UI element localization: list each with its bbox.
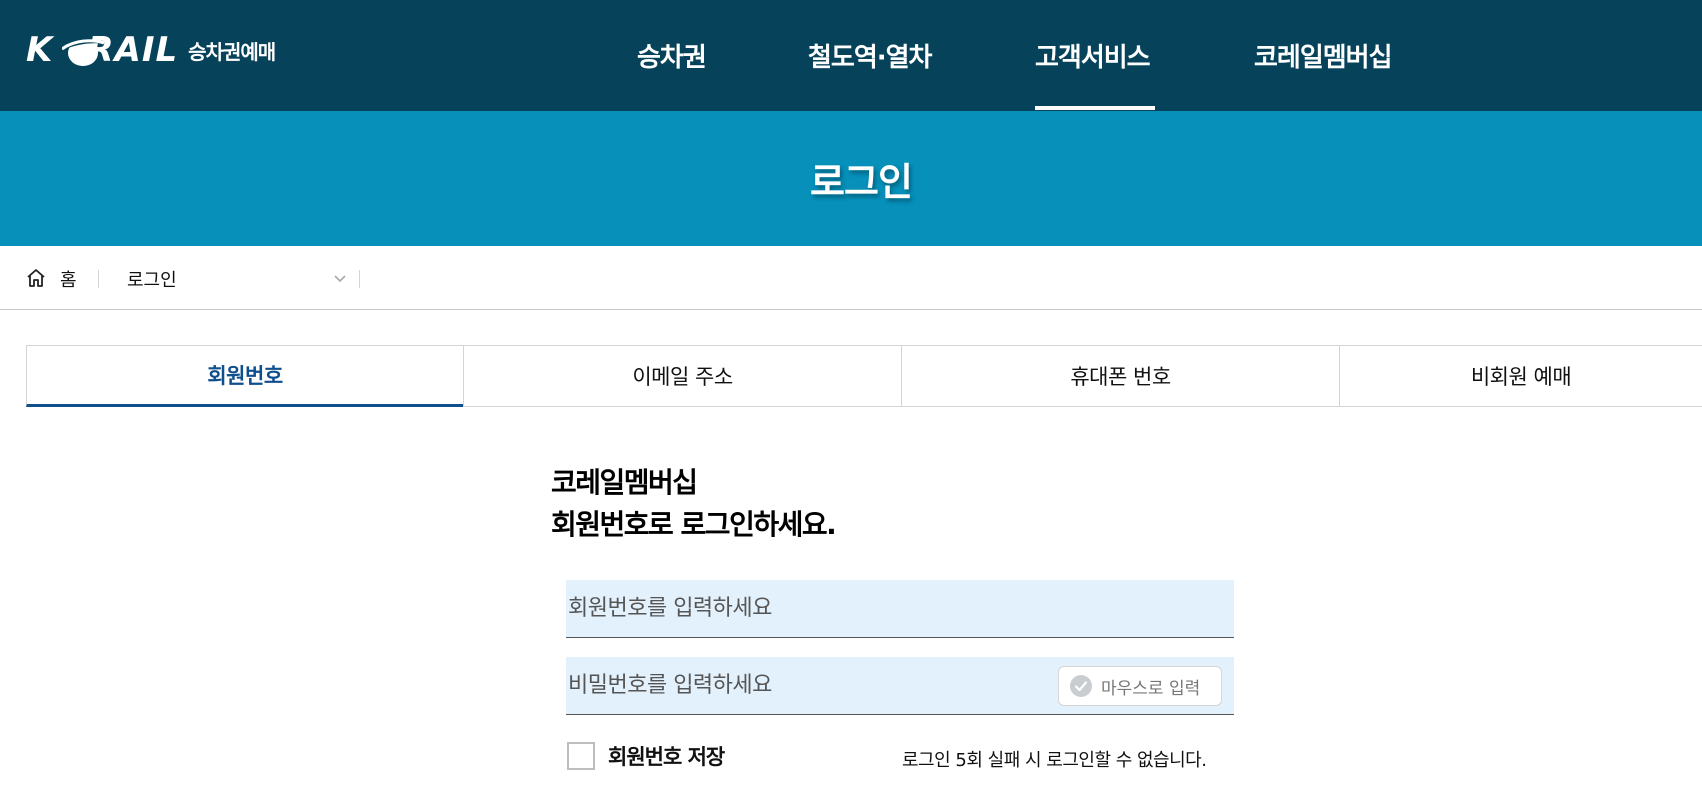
- login-method-tabs: 회원번호 이메일 주소 휴대폰 번호 비회원 예매: [26, 345, 1702, 407]
- login-heading: 코레일멤버십 회원번호로 로그인하세요.: [551, 462, 837, 546]
- save-member-number-row: 회원번호 저장: [567, 741, 725, 771]
- breadcrumb-current[interactable]: 로그인: [127, 266, 177, 292]
- login-attempt-warning: 로그인 5회 실패 시 로그인할 수 없습니다.: [902, 750, 1207, 771]
- breadcrumb-home[interactable]: 홈: [60, 266, 77, 292]
- mouse-input-button[interactable]: 마우스로 입력: [1058, 666, 1222, 706]
- nav-item-tickets[interactable]: 승차권: [637, 0, 707, 111]
- password-field: 마우스로 입력: [566, 657, 1234, 715]
- page-banner: 로그인: [0, 111, 1702, 246]
- nav-item-customer-service[interactable]: 고객서비스: [1035, 0, 1151, 111]
- logo-subtitle: 승차권예매: [188, 39, 276, 64]
- chevron-down-icon[interactable]: [332, 270, 348, 286]
- breadcrumb-divider: [359, 270, 360, 288]
- nav-active-indicator: [1035, 106, 1155, 110]
- tab-email[interactable]: 이메일 주소: [463, 345, 901, 407]
- nav-item-membership[interactable]: 코레일멤버십: [1254, 0, 1393, 111]
- page-title: 로그인: [810, 160, 913, 204]
- breadcrumb-divider: [98, 270, 99, 288]
- check-circle-icon: [1070, 675, 1092, 697]
- save-member-number-checkbox[interactable]: [567, 742, 595, 770]
- top-nav-bar: K RAIL 승차권예매 승차권 철도역·열차 고객서비스 코레일멤버십: [0, 0, 1702, 111]
- logo-swoosh-icon: [62, 39, 104, 66]
- home-icon[interactable]: [26, 268, 46, 288]
- tab-member-number[interactable]: 회원번호: [26, 345, 463, 407]
- tab-guest-booking[interactable]: 비회원 예매: [1339, 345, 1702, 407]
- save-member-number-label[interactable]: 회원번호 저장: [608, 741, 725, 771]
- korail-logo[interactable]: K RAIL 승차권예매: [26, 30, 276, 70]
- member-number-input[interactable]: [566, 580, 1234, 637]
- breadcrumb: 홈 로그인: [0, 246, 1702, 310]
- mouse-input-label: 마우스로 입력: [1101, 678, 1201, 699]
- tab-phone[interactable]: 휴대폰 번호: [901, 345, 1339, 407]
- nav-item-stations-trains[interactable]: 철도역·열차: [808, 0, 932, 111]
- login-heading-line1: 코레일멤버십: [551, 466, 698, 499]
- login-heading-line2: 회원번호로 로그인하세요.: [551, 508, 837, 541]
- member-number-field: [566, 580, 1234, 638]
